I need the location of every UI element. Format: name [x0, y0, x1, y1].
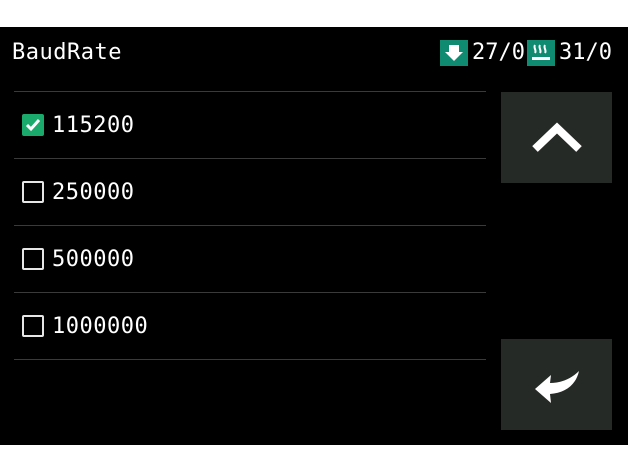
checkbox-unchecked[interactable]	[22, 315, 44, 337]
option-1000000[interactable]: 1000000	[14, 293, 486, 359]
option-115200[interactable]: 115200	[14, 92, 486, 158]
option-label: 250000	[52, 179, 135, 205]
extruder-temperature: 27/0	[472, 40, 526, 65]
printer-screen: BaudRate 27/0 31/0 115200 250000 500000 …	[0, 27, 628, 445]
checkbox-unchecked[interactable]	[22, 181, 44, 203]
return-arrow-icon	[534, 370, 579, 403]
heated-bed-icon	[527, 40, 556, 66]
baudrate-options: 115200 250000 500000 1000000	[14, 91, 486, 360]
divider	[14, 359, 486, 360]
option-label: 500000	[52, 246, 135, 272]
page-up-button[interactable]	[501, 92, 612, 183]
page-title: BaudRate	[12, 40, 122, 65]
option-label: 115200	[52, 112, 135, 138]
chevron-up-icon	[531, 121, 582, 152]
option-250000[interactable]: 250000	[14, 159, 486, 225]
temperature-status: 27/0 31/0	[440, 39, 614, 67]
checkbox-checked[interactable]	[22, 114, 44, 136]
option-label: 1000000	[52, 313, 149, 339]
extruder-nozzle-icon	[440, 40, 469, 66]
back-button[interactable]	[501, 339, 612, 430]
bed-temperature: 31/0	[559, 40, 612, 65]
option-500000[interactable]: 500000	[14, 226, 486, 292]
checkbox-unchecked[interactable]	[22, 248, 44, 270]
